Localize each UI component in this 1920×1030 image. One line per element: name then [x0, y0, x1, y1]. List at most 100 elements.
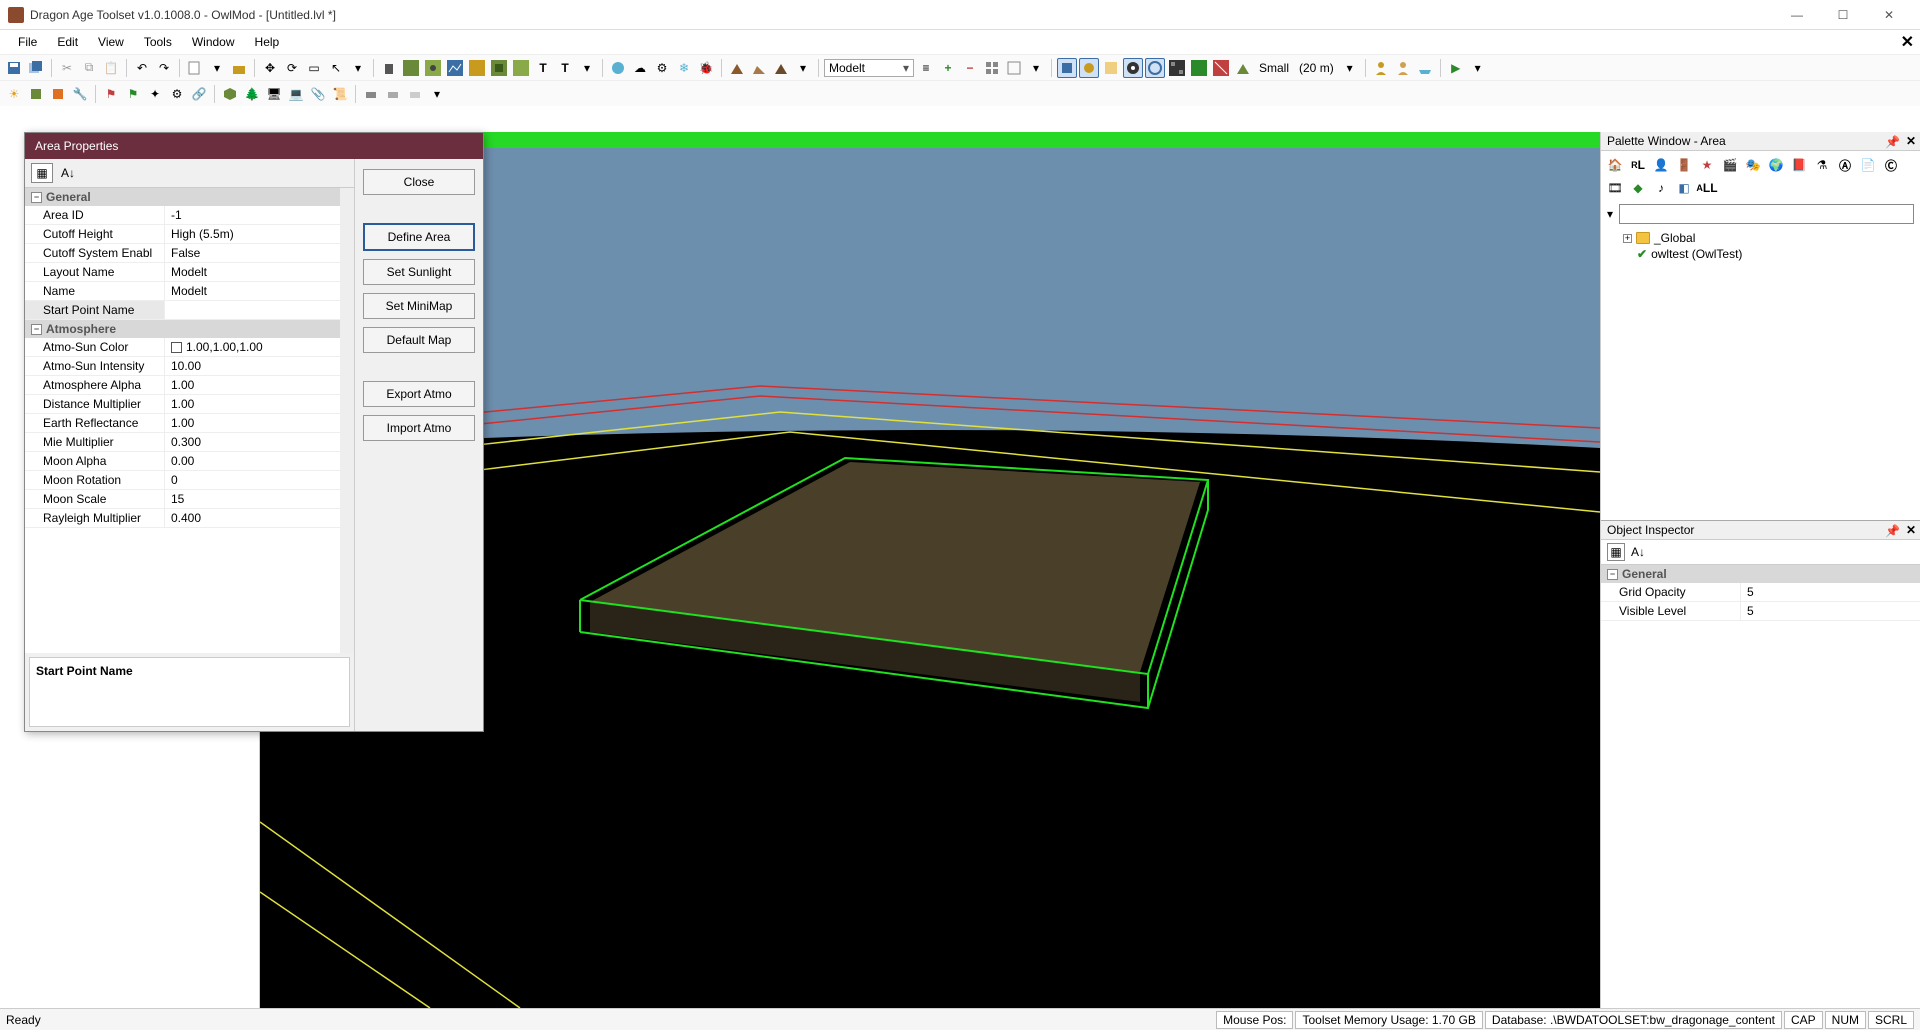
view-mode-1-icon[interactable] — [1057, 58, 1077, 78]
script-icon[interactable]: 📜 — [330, 84, 350, 104]
palette-clap-icon[interactable]: 🎬 — [1720, 155, 1740, 175]
terrain-1-icon[interactable] — [401, 58, 421, 78]
view-mode-5-icon[interactable] — [1145, 58, 1165, 78]
grid-icon[interactable] — [982, 58, 1002, 78]
wrench-icon[interactable]: 🔧 — [70, 84, 90, 104]
cube-icon[interactable] — [220, 84, 240, 104]
new-resource-icon[interactable] — [185, 58, 205, 78]
maximize-button[interactable]: ☐ — [1820, 0, 1866, 30]
sparkle-icon[interactable]: ✦ — [145, 84, 165, 104]
open-icon[interactable]: ▾ — [207, 58, 227, 78]
palette-book-icon[interactable]: 📕 — [1789, 155, 1809, 175]
close-button[interactable]: Close — [363, 169, 475, 195]
clip-icon[interactable]: 📎 — [308, 84, 328, 104]
close-button[interactable]: ✕ — [1866, 0, 1912, 30]
palette-person-icon[interactable]: 👤 — [1651, 155, 1671, 175]
terrain-2-icon[interactable] — [423, 58, 443, 78]
dropdown-2-icon[interactable]: ▾ — [577, 58, 597, 78]
palette-search-input[interactable] — [1619, 204, 1914, 224]
palette-doc-icon[interactable]: 📄 — [1858, 155, 1878, 175]
menu-window[interactable]: Window — [182, 33, 245, 51]
move-icon[interactable]: ✥ — [260, 58, 280, 78]
set-minimap-button[interactable]: Set MiniMap — [363, 293, 475, 319]
text-icon[interactable]: T — [533, 58, 553, 78]
pointer-icon[interactable]: ↖ — [326, 58, 346, 78]
palette-home-icon[interactable]: 🏠 — [1605, 155, 1625, 175]
default-map-button[interactable]: Default Map — [363, 327, 475, 353]
link-icon[interactable]: 🔗 — [189, 84, 209, 104]
trash-icon[interactable] — [379, 58, 399, 78]
collapse-icon[interactable]: − — [31, 324, 42, 335]
cut-icon[interactable]: ✂ — [57, 58, 77, 78]
text2-icon[interactable]: T — [555, 58, 575, 78]
dialog-title[interactable]: Area Properties — [25, 133, 483, 159]
dropdown-4-icon[interactable]: ▾ — [1026, 58, 1046, 78]
play-dropdown-icon[interactable]: ▾ — [1468, 58, 1488, 78]
rotate-icon[interactable]: ⟳ — [282, 58, 302, 78]
categorized-icon[interactable]: ▦ — [1607, 543, 1625, 561]
define-area-button[interactable]: Define Area — [363, 223, 475, 251]
flag-red-icon[interactable]: ⚑ — [101, 84, 121, 104]
box-orange-icon[interactable] — [48, 84, 68, 104]
snowflake-icon[interactable]: ❄ — [674, 58, 694, 78]
pin-icon[interactable]: 📌 — [1885, 524, 1900, 538]
import-atmo-button[interactable]: Import Atmo — [363, 415, 475, 441]
view-mode-6-icon[interactable] — [1167, 58, 1187, 78]
palette-diamond-icon[interactable]: ◆ — [1628, 178, 1648, 198]
person-1-icon[interactable] — [1371, 58, 1391, 78]
palette-globe-icon[interactable]: 🌍 — [1766, 155, 1786, 175]
menu-help[interactable]: Help — [245, 33, 290, 51]
palette-rl-icon[interactable]: RL — [1628, 155, 1648, 175]
redo-icon[interactable]: ↷ — [154, 58, 174, 78]
terrain-4-icon[interactable] — [467, 58, 487, 78]
pin-icon[interactable]: 📌 — [1885, 135, 1900, 149]
chevron-down-icon[interactable]: ▾ — [1607, 207, 1613, 221]
paste-icon[interactable]: 📋 — [101, 58, 121, 78]
water-icon[interactable] — [608, 58, 628, 78]
scrollbar[interactable] — [340, 188, 354, 653]
save-icon[interactable] — [4, 58, 24, 78]
palette-cube-icon[interactable]: ◧ — [1674, 178, 1694, 198]
dropdown-5-icon[interactable]: ▾ — [427, 84, 447, 104]
menu-file[interactable]: File — [8, 33, 47, 51]
dropdown-3-icon[interactable]: ▾ — [793, 58, 813, 78]
grid2-icon[interactable] — [1004, 58, 1024, 78]
mountain-2-icon[interactable] — [749, 58, 769, 78]
menu-edit[interactable]: Edit — [47, 33, 88, 51]
dropdown-1-icon[interactable]: ▾ — [348, 58, 368, 78]
box-green-icon[interactable] — [26, 84, 46, 104]
alphabetical-icon[interactable]: A↓ — [57, 163, 79, 183]
layout-combo[interactable]: Modelt — [824, 59, 914, 77]
palette-c-icon[interactable]: Ⓒ — [1881, 155, 1901, 175]
gear2-icon[interactable]: ⚙ — [167, 84, 187, 104]
palette-tree-global[interactable]: + _Global — [1607, 230, 1914, 246]
plus-icon[interactable]: + — [938, 58, 958, 78]
panel-close-icon[interactable]: ✕ — [1906, 523, 1916, 537]
mountain-3-icon[interactable] — [771, 58, 791, 78]
export-atmo-button[interactable]: Export Atmo — [363, 381, 475, 407]
monitor-icon[interactable]: 🖥 — [264, 84, 284, 104]
mdi-close-icon[interactable]: ✕ — [1901, 32, 1914, 52]
mountain-1-icon[interactable] — [727, 58, 747, 78]
palette-all-icon[interactable]: ALL — [1697, 178, 1717, 198]
set-sunlight-button[interactable]: Set Sunlight — [363, 259, 475, 285]
cloud-icon[interactable]: ☁ — [630, 58, 650, 78]
palette-music-icon[interactable]: ♪ — [1651, 178, 1671, 198]
panel-close-icon[interactable]: ✕ — [1906, 134, 1916, 148]
sun-icon[interactable]: ☀ — [4, 84, 24, 104]
bug-icon[interactable]: 🐞 — [696, 58, 716, 78]
palette-tree-owltest[interactable]: ✔ owltest (OwlTest) — [1607, 246, 1914, 262]
terrain-3-icon[interactable] — [445, 58, 465, 78]
view-mode-9-icon[interactable] — [1233, 58, 1253, 78]
view-mode-7-icon[interactable] — [1189, 58, 1209, 78]
palette-a-icon[interactable]: Ⓐ — [1835, 155, 1855, 175]
minimize-button[interactable]: — — [1774, 0, 1820, 30]
inspector-cat-general[interactable]: − General — [1601, 565, 1920, 583]
palette-door-icon[interactable]: 🚪 — [1674, 155, 1694, 175]
view-mode-3-icon[interactable] — [1101, 58, 1121, 78]
obj-3-icon[interactable] — [405, 84, 425, 104]
view-mode-8-icon[interactable] — [1211, 58, 1231, 78]
palette-mask-icon[interactable]: 🎭 — [1743, 155, 1763, 175]
palette-film-icon[interactable]: 🎞 — [1605, 178, 1625, 198]
menu-view[interactable]: View — [88, 33, 134, 51]
